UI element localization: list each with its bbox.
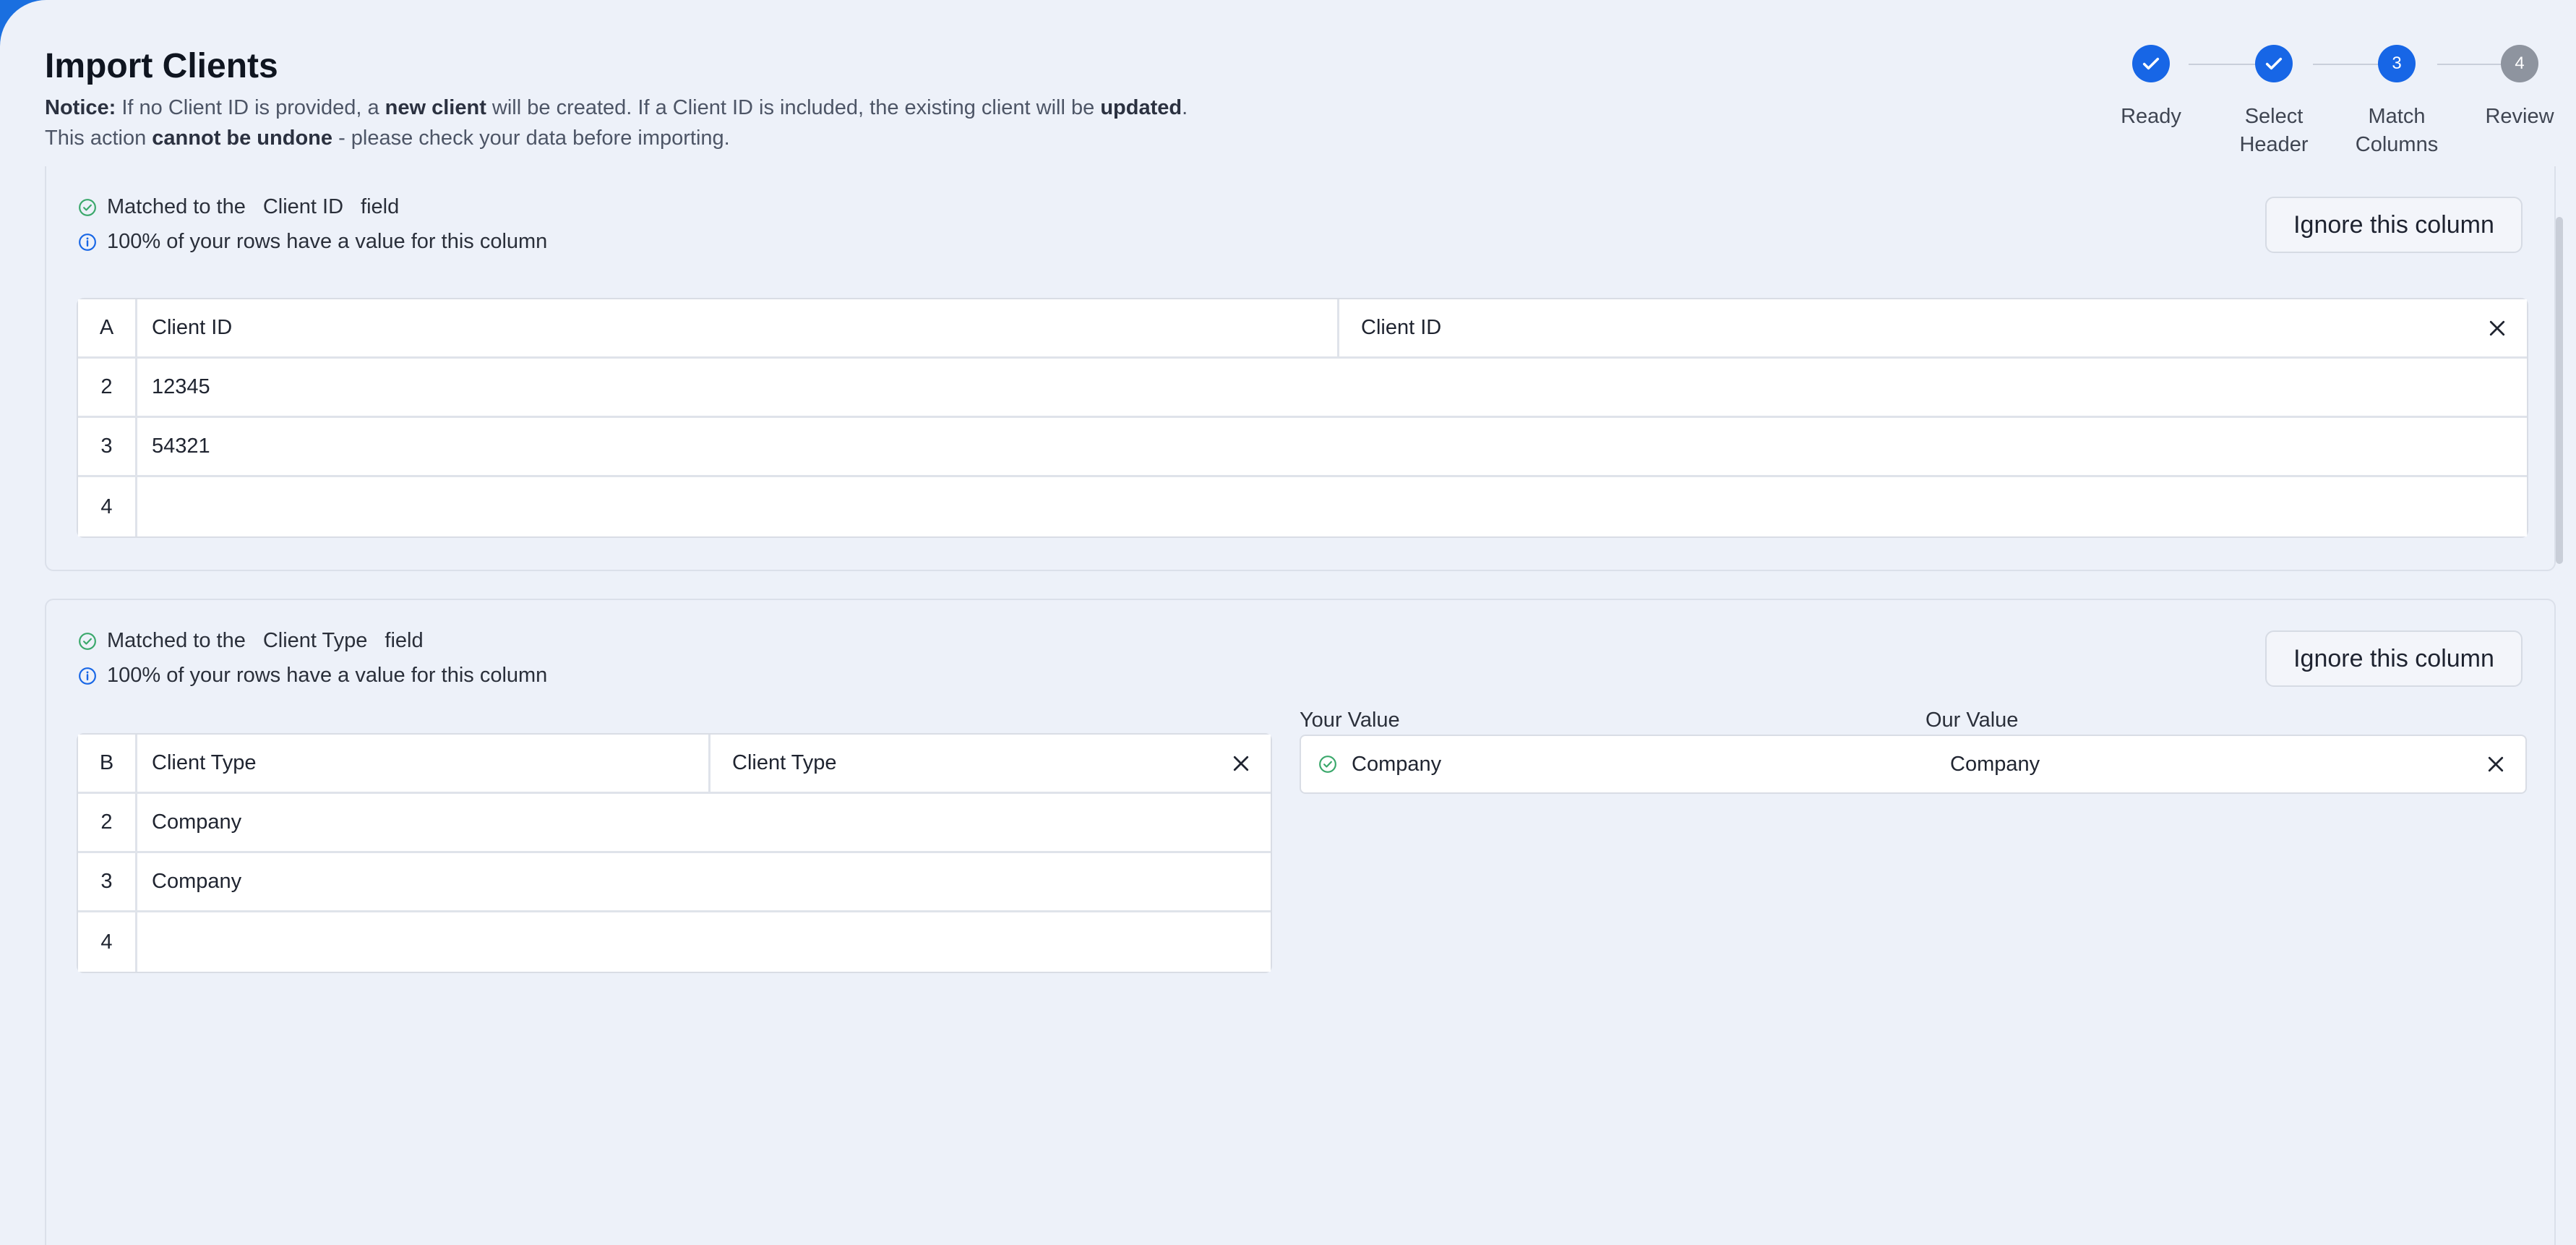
our-value-text: Company: [1950, 752, 2040, 776]
matched-field-line: Matched to the Client Type field: [78, 629, 424, 653]
table-row: 4: [78, 912, 1271, 972]
cell-value: 54321: [137, 418, 2527, 477]
target-field-value: Client Type: [732, 751, 837, 774]
progress-stepper: Ready Select Header 3 Match Columns 4 Re…: [2096, 42, 2566, 172]
cell-value: 12345: [137, 359, 2527, 418]
check-circle-icon: [1319, 756, 1336, 773]
column-match-panel-client-type: Matched to the Client Type field 100% of…: [45, 599, 2556, 1245]
notice-text-4: This action: [45, 127, 147, 150]
target-field-select[interactable]: Client ID: [1337, 299, 2527, 359]
matched-prefix: Matched to the: [107, 629, 246, 652]
column-letter: A: [78, 299, 137, 359]
close-icon[interactable]: [1230, 753, 1252, 774]
cell-value: [137, 912, 1271, 972]
checkmark-icon: [2255, 45, 2293, 82]
step-review: 4 Review: [2455, 42, 2576, 131]
step-number: 3: [2378, 45, 2416, 82]
column-preview-table: A Client ID Client ID 2 12345 3 54321 4: [77, 298, 2528, 538]
coverage-text: 100% of your rows have a value for this …: [107, 664, 548, 687]
table-row: 4: [78, 477, 2527, 536]
matched-prefix: Matched to the: [107, 195, 246, 218]
notice-emphasis-updated: updated: [1100, 96, 1182, 119]
your-value-cell: Company: [1300, 735, 1927, 794]
coverage-text: 100% of your rows have a value for this …: [107, 230, 548, 253]
step-match-columns: 3 Match Columns: [2332, 42, 2462, 159]
step-select-header: Select Header: [2209, 42, 2339, 159]
table-header-row: A Client ID Client ID: [78, 299, 2527, 359]
source-column-header: Client Type: [137, 735, 708, 794]
row-number: 3: [78, 418, 137, 477]
cell-value: Company: [137, 794, 1271, 853]
info-icon: [79, 667, 96, 685]
matched-suffix: field: [361, 195, 400, 218]
row-number: 4: [78, 477, 137, 536]
notice-emphasis-new-client: new client: [385, 96, 486, 119]
coverage-line: 100% of your rows have a value for this …: [78, 664, 547, 688]
ignore-column-button[interactable]: Ignore this column: [2265, 630, 2523, 687]
row-number: 2: [78, 794, 137, 853]
our-value-select[interactable]: Company: [1925, 735, 2527, 794]
close-icon[interactable]: [2486, 317, 2508, 339]
notice-text-2: will be created. If a Client ID is inclu…: [491, 96, 1095, 119]
table-row: 3 54321: [78, 418, 2527, 477]
import-window: Import Clients Notice: If no Client ID i…: [0, 0, 2576, 1245]
table-row: 2 12345: [78, 359, 2527, 418]
page-title: Import Clients: [45, 47, 278, 85]
check-circle-icon: [79, 198, 96, 216]
cell-value: [137, 477, 2527, 536]
step-label: Select Header: [2239, 105, 2309, 156]
table-row: 3 Company: [78, 853, 1271, 912]
column-match-panel-client-id: Matched to the Client ID field 100% of y…: [45, 166, 2556, 571]
matched-field-line: Matched to the Client ID field: [78, 195, 399, 219]
table-header-row: B Client Type Client Type: [78, 735, 1271, 794]
step-label: Ready: [2121, 105, 2181, 128]
close-icon[interactable]: [2485, 753, 2507, 775]
check-circle-icon: [79, 632, 96, 650]
notice-period: .: [1182, 96, 1188, 119]
matched-field-name: Client Type: [262, 629, 368, 652]
cell-value: Company: [137, 853, 1271, 912]
column-letter: B: [78, 735, 137, 794]
step-label: Match Columns: [2355, 105, 2439, 156]
column-preview-table: B Client Type Client Type 2 Company 3 Co…: [77, 733, 1272, 973]
step-number: 4: [2501, 45, 2538, 82]
table-row: 2 Company: [78, 794, 1271, 853]
row-number: 2: [78, 359, 137, 418]
row-number: 4: [78, 912, 137, 972]
notice-text-5: - please check your data before importin…: [338, 127, 730, 150]
source-column-header: Client ID: [137, 299, 1337, 359]
your-value-text: Company: [1352, 752, 1442, 776]
notice-text: Notice: If no Client ID is provided, a n…: [45, 93, 1188, 153]
your-value-header: Your Value: [1300, 709, 1400, 732]
notice-label: Notice:: [45, 96, 116, 119]
step-ready: Ready: [2086, 42, 2216, 131]
our-value-header: Our Value: [1925, 709, 2019, 732]
coverage-line: 100% of your rows have a value for this …: [78, 230, 547, 254]
row-number: 3: [78, 853, 137, 912]
notice-emphasis-cannot-undo: cannot be undone: [152, 127, 333, 150]
notice-line-1: Notice: If no Client ID is provided, a n…: [45, 93, 1188, 123]
matched-field-name: Client ID: [262, 195, 344, 218]
matched-suffix: field: [385, 629, 424, 652]
checkmark-icon: [2132, 45, 2170, 82]
notice-line-2: This action cannot be undone - please ch…: [45, 123, 1188, 153]
ignore-column-button[interactable]: Ignore this column: [2265, 197, 2523, 253]
target-field-select[interactable]: Client Type: [708, 735, 1271, 794]
vertical-scrollbar[interactable]: [2556, 217, 2563, 564]
target-field-value: Client ID: [1361, 316, 1442, 339]
notice-text-1: If no Client ID is provided, a: [121, 96, 379, 119]
step-label: Review: [2485, 105, 2554, 128]
info-icon: [79, 233, 96, 251]
